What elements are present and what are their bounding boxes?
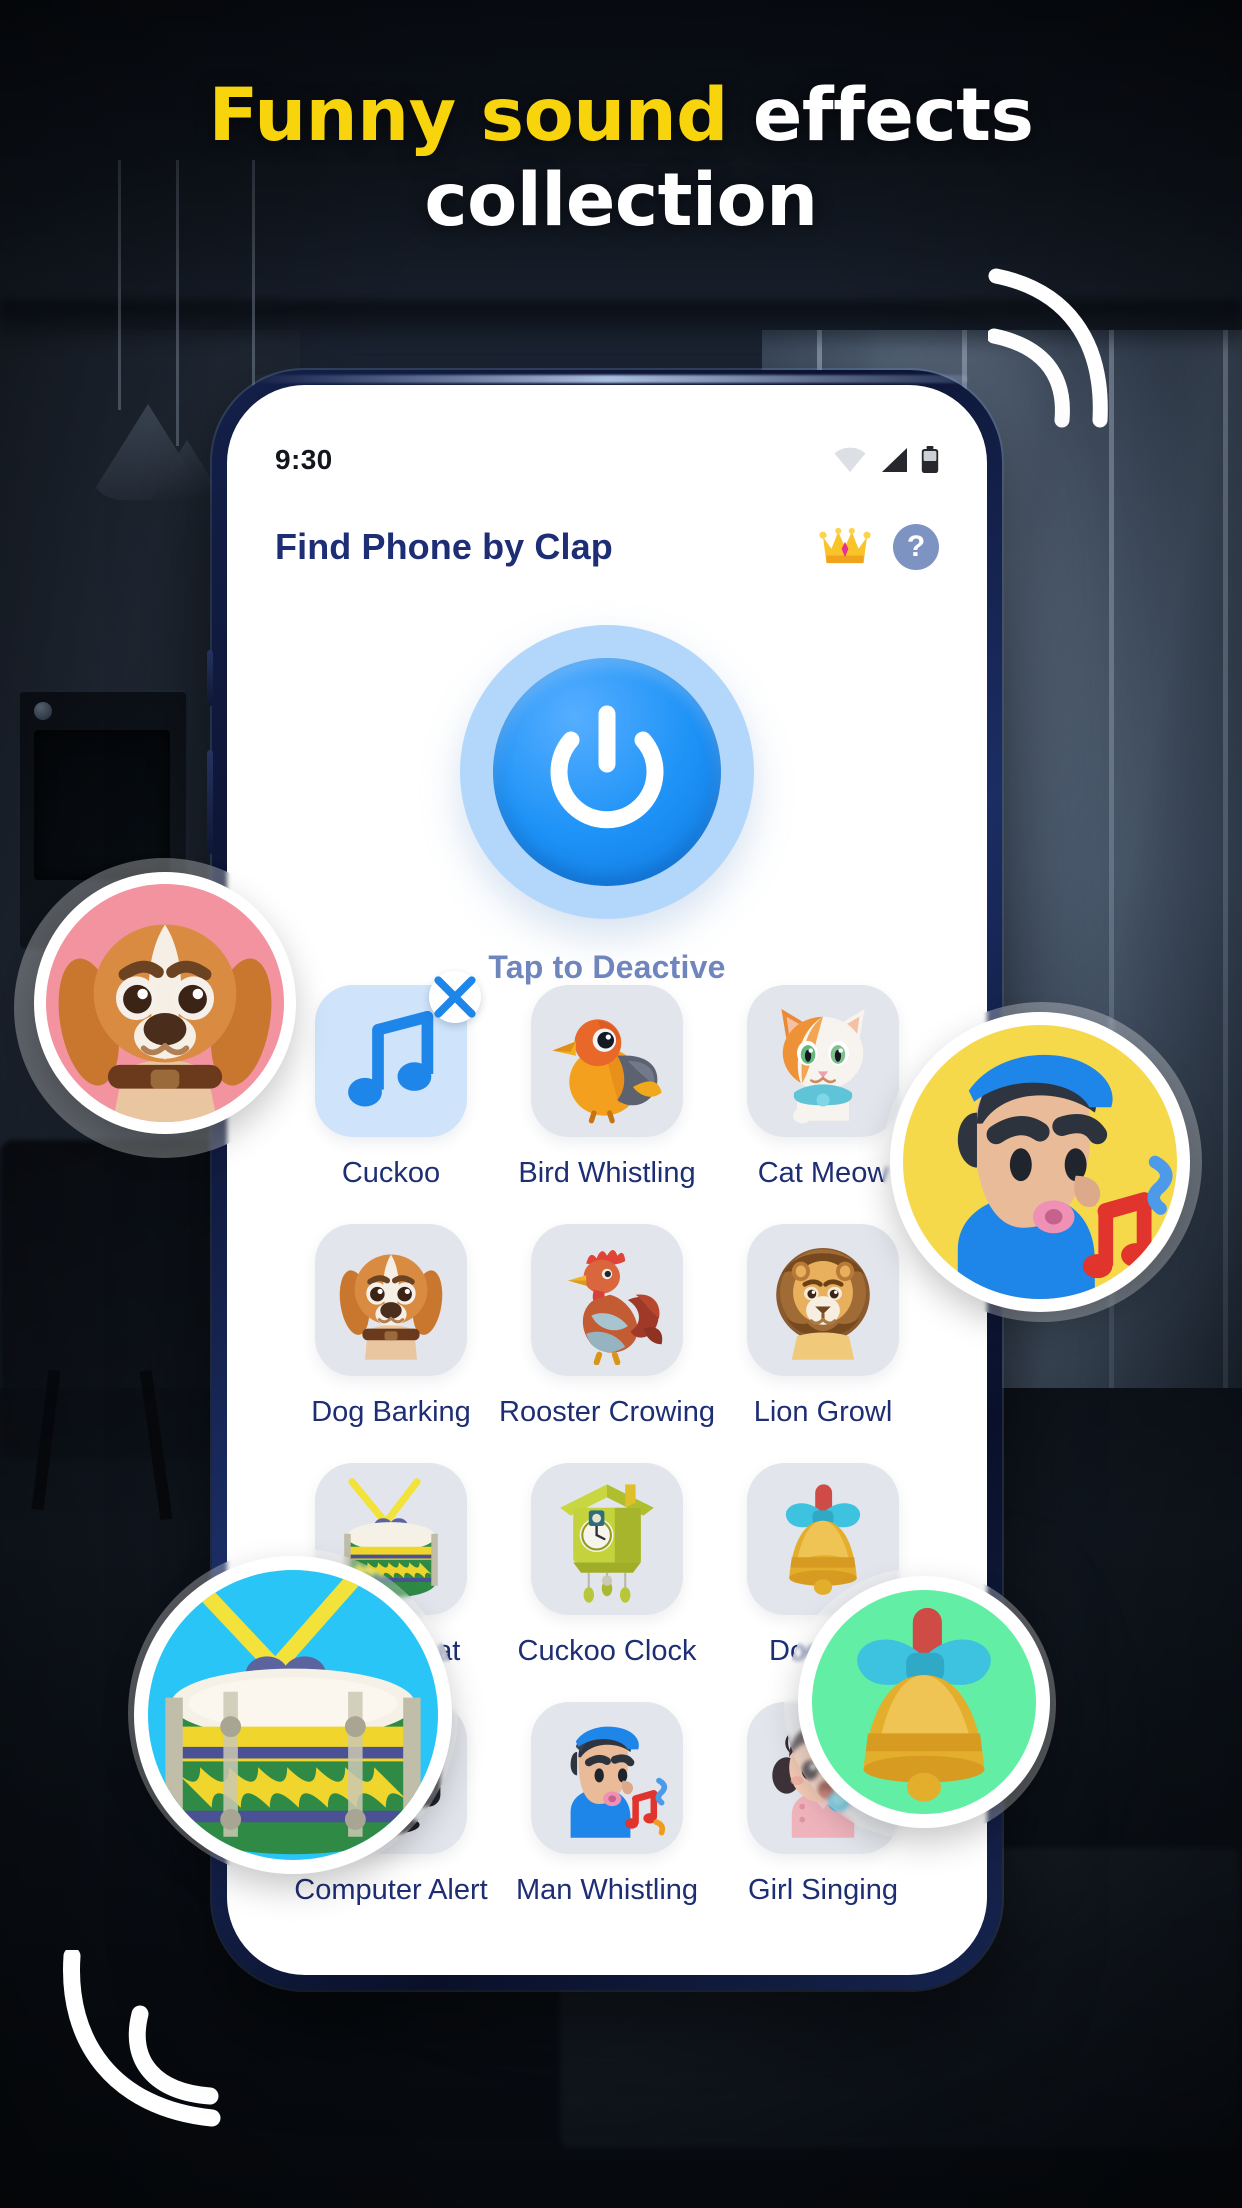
sound-label: Rooster Crowing (499, 1396, 715, 1428)
help-button-label: ? (906, 530, 926, 563)
doorbell-bubble[interactable] (812, 1590, 1036, 1814)
power-icon (550, 705, 664, 829)
promo-headline-line-2: collection (424, 157, 818, 243)
sound-tile[interactable] (315, 1224, 467, 1376)
sound-label: Man Whistling (515, 1874, 699, 1906)
bird-icon (552, 1019, 662, 1124)
sound-tile[interactable] (531, 1463, 683, 1615)
sound-tile[interactable] (531, 1224, 683, 1376)
power-button[interactable] (460, 625, 754, 919)
whistling-man-icon (570, 1726, 668, 1838)
sound-label: Girl Singing (748, 1874, 898, 1906)
status-bar: 9:30 (227, 437, 987, 483)
phone-volume-up-button[interactable] (207, 750, 213, 854)
drum-icon (165, 1570, 421, 1855)
battery-icon (921, 446, 939, 473)
dog-icon (339, 1254, 443, 1360)
sound-tile[interactable] (747, 985, 899, 1137)
sound-item-man-whistling[interactable]: Man Whistling (499, 1702, 715, 1907)
dog-icon (58, 924, 272, 1122)
sound-tile[interactable] (747, 1224, 899, 1376)
power-status-label: Tap to Deactive (488, 949, 726, 985)
sound-label: Bird Whistling (518, 1157, 696, 1189)
app-bar: Find Phone by Clap ? (227, 505, 987, 589)
page-title: Find Phone by Clap (275, 526, 613, 567)
rooster-icon (568, 1249, 663, 1365)
sound-wave-arcs-top-right (988, 268, 1108, 428)
sound-item-bird-whistling[interactable]: Bird Whistling (499, 985, 715, 1190)
sound-label: Cat Meow (757, 1157, 889, 1189)
sound-tile[interactable] (531, 985, 683, 1137)
sound-wave-arcs-bottom-left (63, 1950, 221, 2127)
sound-label: Computer Alert (294, 1874, 488, 1906)
sound-label: Dog Barking (311, 1396, 471, 1428)
sound-label: Lion Growl (753, 1396, 893, 1428)
cuckoo-clock-icon (560, 1484, 654, 1603)
crown-icon[interactable] (819, 525, 871, 569)
sound-item-lion-growl[interactable]: Lion Growl (715, 1224, 931, 1429)
sound-label: Cuckoo Clock (517, 1635, 697, 1667)
sound-label: Cuckoo (341, 1157, 441, 1189)
status-bar-time: 9:30 (275, 444, 333, 475)
promo-headline-rest: effects (727, 73, 1034, 158)
promo-headline: Funny sound effects collection (0, 73, 1242, 243)
help-button[interactable]: ? (893, 524, 939, 570)
phone-bezel-highlight (248, 375, 968, 383)
sound-item-cuckoo[interactable]: Cuckoo (283, 971, 499, 1190)
sound-item-dog-barking[interactable]: Dog Barking (283, 1224, 499, 1429)
phone-side-button[interactable] (207, 650, 213, 706)
sound-item-rooster-crowing[interactable]: Rooster Crowing (499, 1224, 715, 1429)
dog-bubble[interactable] (46, 884, 284, 1122)
whistling-man-icon (957, 1054, 1173, 1299)
promo-headline-line-1: Funny sound effects (0, 73, 1242, 159)
close-icon (434, 976, 476, 1018)
wifi-icon (834, 447, 866, 472)
sound-item-cuckoo-clock[interactable]: Cuckoo Clock (499, 1463, 715, 1668)
sound-tile[interactable] (531, 1702, 683, 1854)
power-button-core (493, 658, 721, 886)
promo-headline-highlight: Funny sound (208, 73, 728, 158)
whistling-man-bubble[interactable] (903, 1025, 1177, 1299)
sound-tile[interactable] (315, 971, 481, 1137)
cat-icon (781, 1009, 865, 1124)
power-section: Tap to Deactive (227, 625, 987, 986)
status-bar-icons (833, 446, 939, 474)
drum-bubble[interactable] (148, 1570, 438, 1860)
remove-badge[interactable] (429, 971, 481, 1023)
lion-icon (776, 1248, 870, 1360)
cellular-signal-icon (882, 448, 907, 472)
doorbell-icon (857, 1607, 991, 1802)
